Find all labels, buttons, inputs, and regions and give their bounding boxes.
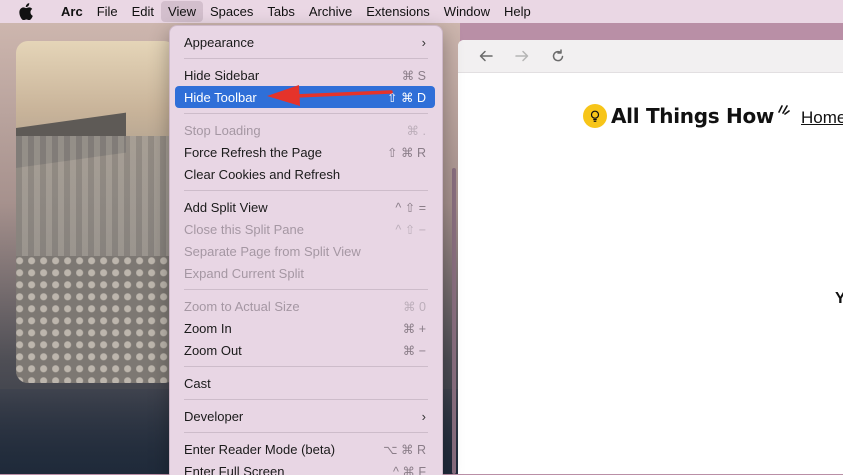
- menu-item-label: Zoom In: [184, 321, 403, 336]
- menu-item-label: Developer: [184, 409, 422, 424]
- reload-button[interactable]: [544, 42, 572, 70]
- menu-item-zoom-actual-size: Zoom to Actual Size ⌘ 0: [175, 295, 435, 317]
- menu-separator: [184, 113, 428, 114]
- menu-separator: [184, 58, 428, 59]
- reload-icon: [551, 49, 565, 63]
- sidebar-photo-card[interactable]: [16, 41, 176, 383]
- browser-toolbar: [458, 40, 843, 73]
- site-name: All Things How: [611, 104, 774, 128]
- menu-item-shortcut: ^ ⌘ F: [393, 464, 426, 475]
- menu-item-label: Cast: [184, 376, 435, 391]
- menu-item-zoom-in[interactable]: Zoom In ⌘ +: [175, 317, 435, 339]
- menu-item-label: Separate Page from Split View: [184, 244, 435, 259]
- sparkle-icon: [776, 102, 790, 116]
- menu-item-shortcut: ⌘ .: [407, 123, 426, 138]
- menu-item-shortcut: ^ ⇧ −: [395, 222, 426, 237]
- back-button[interactable]: [472, 42, 500, 70]
- menu-item-label: Expand Current Split: [184, 266, 435, 281]
- menu-item-appearance[interactable]: Appearance ›: [175, 31, 435, 53]
- apple-logo-icon[interactable]: [18, 3, 36, 21]
- menu-item-separate-page: Separate Page from Split View: [175, 240, 435, 262]
- menu-bar: Arc File Edit View Spaces Tabs Archive E…: [0, 0, 843, 23]
- menu-item-label: Hide Sidebar: [184, 68, 402, 83]
- page-cutoff-text: Y: [835, 290, 843, 308]
- chevron-right-icon: ›: [422, 35, 426, 50]
- menu-file[interactable]: File: [90, 1, 125, 22]
- menu-archive[interactable]: Archive: [302, 1, 359, 22]
- nav-home-link[interactable]: Home: [801, 108, 843, 128]
- menu-item-full-screen[interactable]: Enter Full Screen ^ ⌘ F: [175, 460, 435, 475]
- menu-item-label: Close this Split Pane: [184, 222, 395, 237]
- menu-item-label: Clear Cookies and Refresh: [184, 167, 435, 182]
- menu-item-label: Zoom Out: [184, 343, 403, 358]
- menu-item-reader-mode[interactable]: Enter Reader Mode (beta) ⌥ ⌘ R: [175, 438, 435, 460]
- forward-arrow-icon: [515, 49, 529, 63]
- menu-item-shortcut: ⇧ ⌘ R: [387, 145, 426, 160]
- photo-yard: [16, 256, 176, 383]
- menu-item-shortcut: ⌘ S: [402, 68, 426, 83]
- menu-separator: [184, 432, 428, 433]
- menu-item-clear-cookies[interactable]: Clear Cookies and Refresh: [175, 163, 435, 185]
- menu-item-label: Appearance: [184, 35, 422, 50]
- menu-item-label: Add Split View: [184, 200, 395, 215]
- menu-extensions[interactable]: Extensions: [359, 1, 437, 22]
- menu-item-developer[interactable]: Developer ›: [175, 405, 435, 427]
- menu-item-label: Stop Loading: [184, 123, 407, 138]
- menu-item-shortcut: ⌥ ⌘ R: [383, 442, 426, 457]
- menu-item-shortcut: ⌘ −: [403, 343, 426, 358]
- menu-separator: [184, 190, 428, 191]
- photo-house: [16, 136, 176, 256]
- menu-separator: [184, 289, 428, 290]
- menu-item-force-refresh[interactable]: Force Refresh the Page ⇧ ⌘ R: [175, 141, 435, 163]
- menu-item-expand-split: Expand Current Split: [175, 262, 435, 284]
- menu-help[interactable]: Help: [497, 1, 538, 22]
- menu-item-close-split-pane: Close this Split Pane ^ ⇧ −: [175, 218, 435, 240]
- menu-item-label: Enter Reader Mode (beta): [184, 442, 383, 457]
- menu-item-shortcut: ⌘ 0: [403, 299, 426, 314]
- site-logo[interactable]: All Things How: [583, 104, 790, 128]
- browser-pane: All Things How Home Y: [458, 40, 843, 474]
- menu-app-arc[interactable]: Arc: [54, 1, 90, 22]
- lightbulb-icon: [583, 104, 607, 128]
- menu-item-shortcut: ⌘ +: [403, 321, 426, 336]
- menu-separator: [184, 399, 428, 400]
- menu-item-cast[interactable]: Cast: [175, 372, 435, 394]
- menu-item-shortcut: ^ ⇧ =: [395, 200, 426, 215]
- menu-item-zoom-out[interactable]: Zoom Out ⌘ −: [175, 339, 435, 361]
- sidebar-scrollbar[interactable]: [452, 168, 456, 474]
- chevron-right-icon: ›: [422, 409, 426, 424]
- back-arrow-icon: [479, 49, 493, 63]
- menu-item-label: Force Refresh the Page: [184, 145, 387, 160]
- menu-item-label: Enter Full Screen: [184, 464, 393, 475]
- menu-separator: [184, 366, 428, 367]
- menu-item-stop-loading: Stop Loading ⌘ .: [175, 119, 435, 141]
- annotation-arrow-icon: [255, 82, 395, 108]
- menu-view[interactable]: View: [161, 1, 203, 22]
- menu-tabs[interactable]: Tabs: [260, 1, 301, 22]
- menu-edit[interactable]: Edit: [125, 1, 161, 22]
- forward-button[interactable]: [508, 42, 536, 70]
- menu-spaces[interactable]: Spaces: [203, 1, 260, 22]
- menu-item-label: Zoom to Actual Size: [184, 299, 403, 314]
- menu-item-add-split-view[interactable]: Add Split View ^ ⇧ =: [175, 196, 435, 218]
- menu-window[interactable]: Window: [437, 1, 497, 22]
